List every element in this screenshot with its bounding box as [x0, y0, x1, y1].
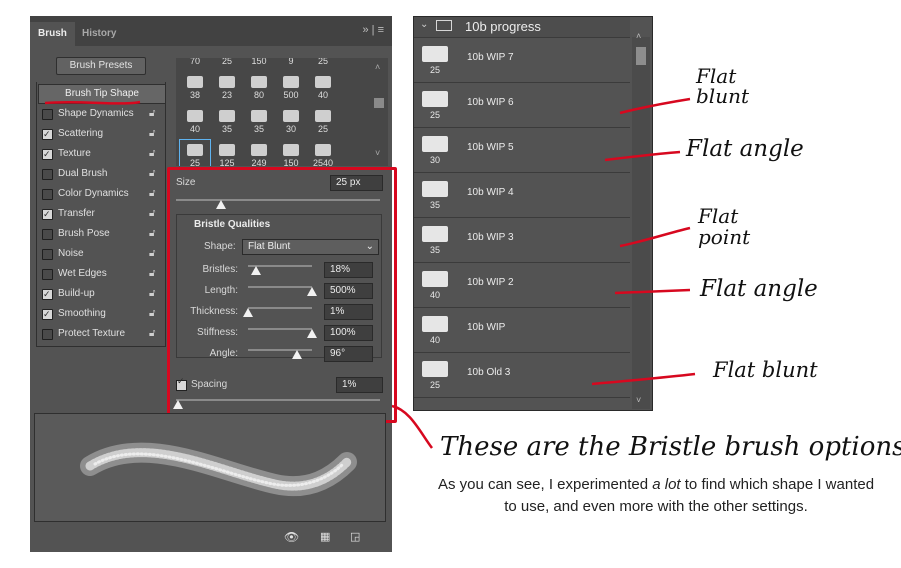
arrow-wip5 [604, 150, 681, 162]
caption: As you can see, I experimented a lot to … [432, 474, 880, 518]
underline-brush-tip-shape [44, 100, 141, 105]
note-flat-angle: Flat angle [686, 136, 804, 162]
headline: These are the Bristle brush options [440, 432, 901, 462]
note-flat-point: Flat point [698, 204, 751, 249]
caption-before: As you can see, I experimented [437, 476, 653, 493]
note-flat-angle-2: Flat angle [700, 276, 818, 302]
arrow-wip2 [614, 288, 691, 295]
note-flat-blunt-2: Flat blunt [713, 358, 818, 382]
arrow-wip3 [619, 226, 691, 248]
arrow-wip6 [619, 97, 691, 115]
arrow-headline [391, 404, 434, 449]
note-flat-blunt: Flat blunt [696, 64, 749, 108]
caption-emphasis: a lot [652, 476, 681, 493]
arrow-old3 [591, 372, 696, 386]
